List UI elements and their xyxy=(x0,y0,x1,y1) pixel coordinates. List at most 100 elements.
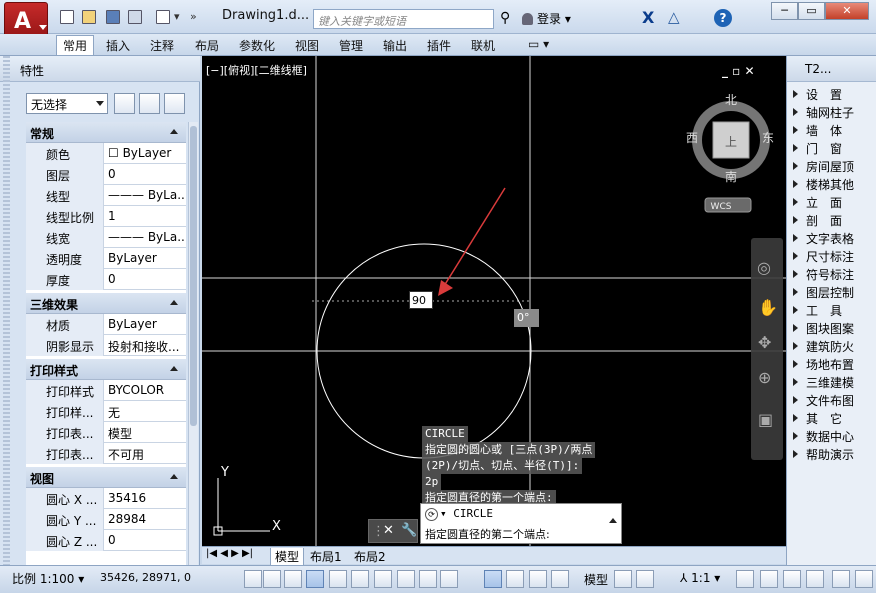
snap-mode-icon[interactable] xyxy=(263,570,281,588)
grid-display-icon[interactable] xyxy=(284,570,302,588)
tool-palette-item[interactable]: 楼梯其他 xyxy=(793,176,876,194)
tool-palette-item[interactable]: 文字表格 xyxy=(793,230,876,248)
property-value[interactable]: 0 xyxy=(105,530,186,551)
tool-palette-item[interactable]: 场地布置 xyxy=(793,356,876,374)
properties-scrollbar[interactable] xyxy=(188,122,198,565)
compass-east[interactable]: 东 xyxy=(762,131,774,145)
object-snap-icon[interactable] xyxy=(351,570,369,588)
new-file-icon[interactable] xyxy=(60,10,74,24)
property-value[interactable]: 28984 xyxy=(105,509,186,530)
tab-parametric[interactable]: 参数化 xyxy=(239,37,275,54)
clean-screen-icon[interactable] xyxy=(855,570,873,588)
quick-select-icon[interactable] xyxy=(164,93,185,114)
property-value[interactable]: 1 xyxy=(105,206,186,227)
tab-output[interactable]: 输出 xyxy=(383,37,407,54)
viewport-window-controls[interactable]: _ ▫ ✕ xyxy=(722,64,755,78)
compass-west[interactable]: 西 xyxy=(686,131,698,145)
tool-palette-titlebar[interactable]: T2... xyxy=(787,56,876,82)
selection-dropdown[interactable]: 无选择 xyxy=(26,93,108,114)
property-row[interactable]: 图层 0 xyxy=(26,164,186,185)
showmotion-icon[interactable]: ▣ xyxy=(758,410,773,429)
coordinates-display[interactable]: 35426, 28971, 0 xyxy=(100,571,191,584)
tab-home[interactable]: 常用 xyxy=(56,35,95,55)
autodesk-icon[interactable]: △ xyxy=(668,8,680,26)
dynamic-ucs-icon[interactable] xyxy=(419,570,437,588)
tool-palette-item[interactable]: 剖 面 xyxy=(793,212,876,230)
customize-wrench-icon[interactable]: 🔧 xyxy=(401,523,417,538)
save-as-icon[interactable] xyxy=(128,10,142,24)
scale-dropdown[interactable]: 比例 1:100 ▾ xyxy=(12,570,84,587)
command-line[interactable]: ⟳ ▾ CIRCLE 指定圆直径的第二个端点: xyxy=(420,503,622,544)
properties-section-header[interactable]: 常规 xyxy=(26,122,186,143)
tool-palette-item[interactable]: 建筑防火 xyxy=(793,338,876,356)
quick-properties-icon[interactable] xyxy=(529,570,547,588)
steering-wheel-icon[interactable]: ◎ xyxy=(757,258,771,277)
ortho-mode-icon[interactable] xyxy=(306,570,324,588)
tool-palette-item[interactable]: 帮助演示 xyxy=(793,446,876,464)
tab-online[interactable]: 联机 xyxy=(471,37,495,54)
properties-section-header[interactable]: 视图 xyxy=(26,467,186,488)
minimize-button[interactable]: ─ xyxy=(771,2,798,20)
workspace-switching-icon[interactable] xyxy=(760,570,778,588)
property-row[interactable]: 圆心 Y ... 28984 xyxy=(26,509,186,530)
infer-constraints-icon[interactable] xyxy=(244,570,262,588)
property-row[interactable]: 线型比例 1 xyxy=(26,206,186,227)
selection-cycling-icon[interactable] xyxy=(551,570,569,588)
dynamic-input-field[interactable]: 90 xyxy=(409,291,433,309)
tool-palette-item[interactable]: 尺寸标注 xyxy=(793,248,876,266)
tool-palette-item[interactable]: 门 窗 xyxy=(793,140,876,158)
properties-titlebar[interactable]: 特性 xyxy=(0,56,200,82)
tool-palette-item[interactable]: 设 置 xyxy=(793,86,876,104)
property-value[interactable]: 35416 xyxy=(105,488,186,509)
search-input[interactable]: 键入关键字或短语 xyxy=(313,9,494,29)
open-file-icon[interactable] xyxy=(82,10,96,24)
tool-palette-item[interactable]: 符号标注 xyxy=(793,266,876,284)
plot-icon[interactable] xyxy=(156,10,170,24)
toggle-pickadd-icon[interactable] xyxy=(114,93,135,114)
property-row[interactable]: 颜色 ☐ ByLayer xyxy=(26,143,186,164)
property-row[interactable]: 打印表... 不可用 xyxy=(26,443,186,464)
property-value[interactable]: 投射和接收... xyxy=(105,335,186,356)
property-row[interactable]: 阴影显示 投射和接收... xyxy=(26,335,186,356)
tab-insert[interactable]: 插入 xyxy=(106,37,130,54)
drawing-canvas[interactable]: Y X 上 北 南 东 西 WCS [−][俯视][二维线框] _ ▫ ✕ 90… xyxy=(202,56,786,546)
quick-view-drawings-icon[interactable] xyxy=(636,570,654,588)
tab-nav-arrows[interactable]: |◀ ◀ ▶ ▶| xyxy=(206,548,253,559)
property-value[interactable]: ByLayer xyxy=(105,314,186,335)
property-value[interactable]: 不可用 xyxy=(105,443,186,464)
property-row[interactable]: 打印样... 无 xyxy=(26,401,186,422)
restore-button[interactable]: ▭ xyxy=(798,2,825,20)
lineweight-icon[interactable] xyxy=(484,570,502,588)
property-value[interactable]: ——— ByLa... xyxy=(105,185,186,206)
login-button[interactable]: 登录 ▾ xyxy=(522,10,571,27)
property-row[interactable]: 打印表... 模型 xyxy=(26,422,186,443)
tool-palette-item[interactable]: 工 具 xyxy=(793,302,876,320)
close-icon[interactable]: ✕ xyxy=(383,523,394,538)
tool-palette-item[interactable]: 立 面 xyxy=(793,194,876,212)
property-row[interactable]: 厚度 0 xyxy=(26,269,186,290)
scrollbar-thumb[interactable] xyxy=(190,126,197,426)
properties-section-header[interactable]: 三维效果 xyxy=(26,293,186,314)
lock-ui-icon[interactable] xyxy=(783,570,801,588)
close-button[interactable]: ✕ xyxy=(825,2,869,20)
property-row[interactable]: 材质 ByLayer xyxy=(26,314,186,335)
polar-tracking-icon[interactable] xyxy=(329,570,347,588)
property-row[interactable]: 透明度 ByLayer xyxy=(26,248,186,269)
tab-manage[interactable]: 管理 xyxy=(339,37,363,54)
annotation-visibility-icon[interactable] xyxy=(736,570,754,588)
tab-model[interactable]: 模型 xyxy=(270,548,305,566)
save-icon[interactable] xyxy=(106,10,120,24)
property-value[interactable]: 模型 xyxy=(105,422,186,443)
compass-north[interactable]: 北 xyxy=(725,93,737,107)
property-value[interactable]: 0 xyxy=(105,269,186,290)
tool-palette-item[interactable]: 房间屋顶 xyxy=(793,158,876,176)
exchange-icon[interactable]: X xyxy=(642,8,654,27)
compass-south[interactable]: 南 xyxy=(725,169,737,184)
tool-palette-item[interactable]: 文件布图 xyxy=(793,392,876,410)
tool-palette-item[interactable]: 其 它 xyxy=(793,410,876,428)
property-row[interactable]: 线型 ——— ByLa... xyxy=(26,185,186,206)
orbit-icon[interactable]: ⊕ xyxy=(758,368,771,387)
model-space-toggle[interactable]: 模型 xyxy=(584,571,608,588)
dynamic-input-icon[interactable] xyxy=(440,570,458,588)
tab-layout2[interactable]: 布局2 xyxy=(354,548,386,565)
